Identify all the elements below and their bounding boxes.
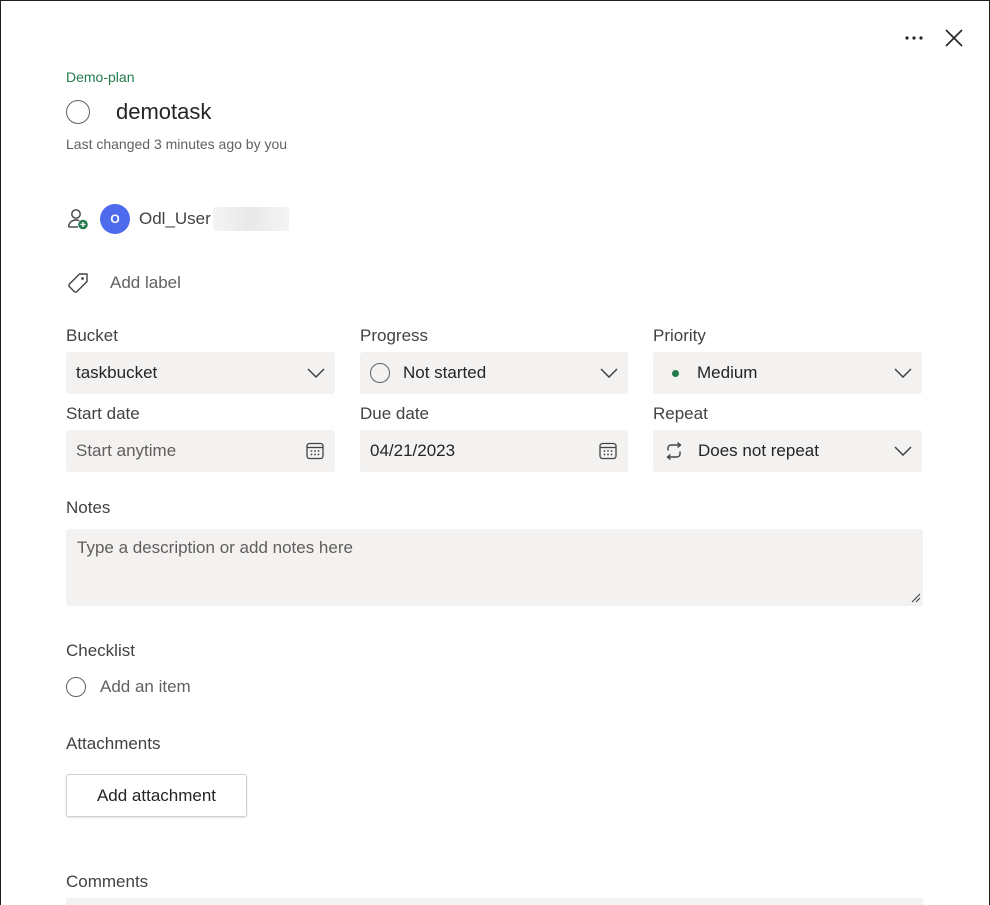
tag-icon: [68, 273, 88, 293]
priority-dropdown[interactable]: Medium: [653, 352, 922, 394]
start-date-field[interactable]: Start anytime: [66, 430, 335, 472]
repeat-label: Repeat: [653, 404, 708, 423]
task-title-row: demotask: [66, 99, 211, 125]
assignees-row: O Odl_User: [66, 204, 289, 234]
calendar-icon: [599, 442, 617, 460]
task-details-dialog: Demo-plan demotask Last changed 3 minute…: [0, 0, 990, 905]
bucket-label: Bucket: [66, 326, 118, 345]
add-label-text: Add label: [110, 273, 181, 292]
ellipsis-icon: [905, 36, 923, 40]
chevron-down-icon: [307, 368, 325, 378]
repeat-dropdown[interactable]: Does not repeat: [653, 430, 922, 472]
attachments-label: Attachments: [66, 734, 161, 753]
bucket-value: taskbucket: [76, 363, 158, 382]
comments-input[interactable]: [66, 898, 923, 905]
comments-label: Comments: [66, 872, 149, 891]
chevron-down-icon: [894, 446, 912, 456]
plan-name[interactable]: Demo-plan: [66, 69, 134, 85]
calendar-icon: [306, 442, 324, 460]
progress-value: Not started: [403, 363, 487, 382]
more-options-button[interactable]: [901, 25, 927, 51]
checklist-label: Checklist: [66, 641, 135, 660]
due-date-value: 04/21/2023: [370, 441, 456, 460]
progress-label: Progress: [360, 326, 429, 345]
repeat-icon: [666, 441, 682, 461]
repeat-value: Does not repeat: [698, 441, 819, 460]
chevron-down-icon: [600, 368, 618, 378]
priority-label: Priority: [653, 326, 706, 345]
redacted-text: [212, 207, 289, 231]
notes-label: Notes: [66, 498, 111, 517]
close-button[interactable]: [941, 25, 967, 51]
start-date-placeholder: Start anytime: [76, 441, 177, 460]
close-icon: [945, 29, 963, 47]
add-checklist-item[interactable]: Add an item: [66, 677, 191, 697]
bucket-dropdown[interactable]: taskbucket: [66, 352, 335, 394]
not-started-icon: [370, 363, 390, 383]
add-item-text: Add an item: [100, 677, 191, 696]
add-person-icon: [67, 209, 88, 230]
assignee-name: Odl_User: [139, 209, 211, 228]
due-date-field[interactable]: 04/21/2023: [360, 430, 628, 472]
priority-dot-icon: [672, 369, 679, 377]
last-changed-text: Last changed 3 minutes ago by you: [66, 136, 288, 152]
add-label-row[interactable]: Add label: [66, 271, 181, 295]
add-attachment-button[interactable]: Add attachment: [66, 774, 247, 817]
progress-dropdown[interactable]: Not started: [360, 352, 628, 394]
resize-handle-icon[interactable]: [911, 593, 921, 603]
avatar[interactable]: O: [100, 204, 130, 234]
checklist-item-circle-icon: [66, 677, 86, 697]
assign-button[interactable]: [66, 207, 90, 231]
priority-value: Medium: [697, 363, 758, 382]
complete-task-checkbox[interactable]: [66, 100, 90, 124]
dialog-actions: [901, 25, 967, 51]
notes-textarea[interactable]: Type a description or add notes here: [66, 529, 923, 606]
notes-placeholder: Type a description or add notes here: [77, 538, 353, 557]
chevron-down-icon: [894, 368, 912, 378]
due-date-label: Due date: [360, 404, 429, 423]
task-title[interactable]: demotask: [116, 99, 211, 125]
start-date-label: Start date: [66, 404, 140, 423]
